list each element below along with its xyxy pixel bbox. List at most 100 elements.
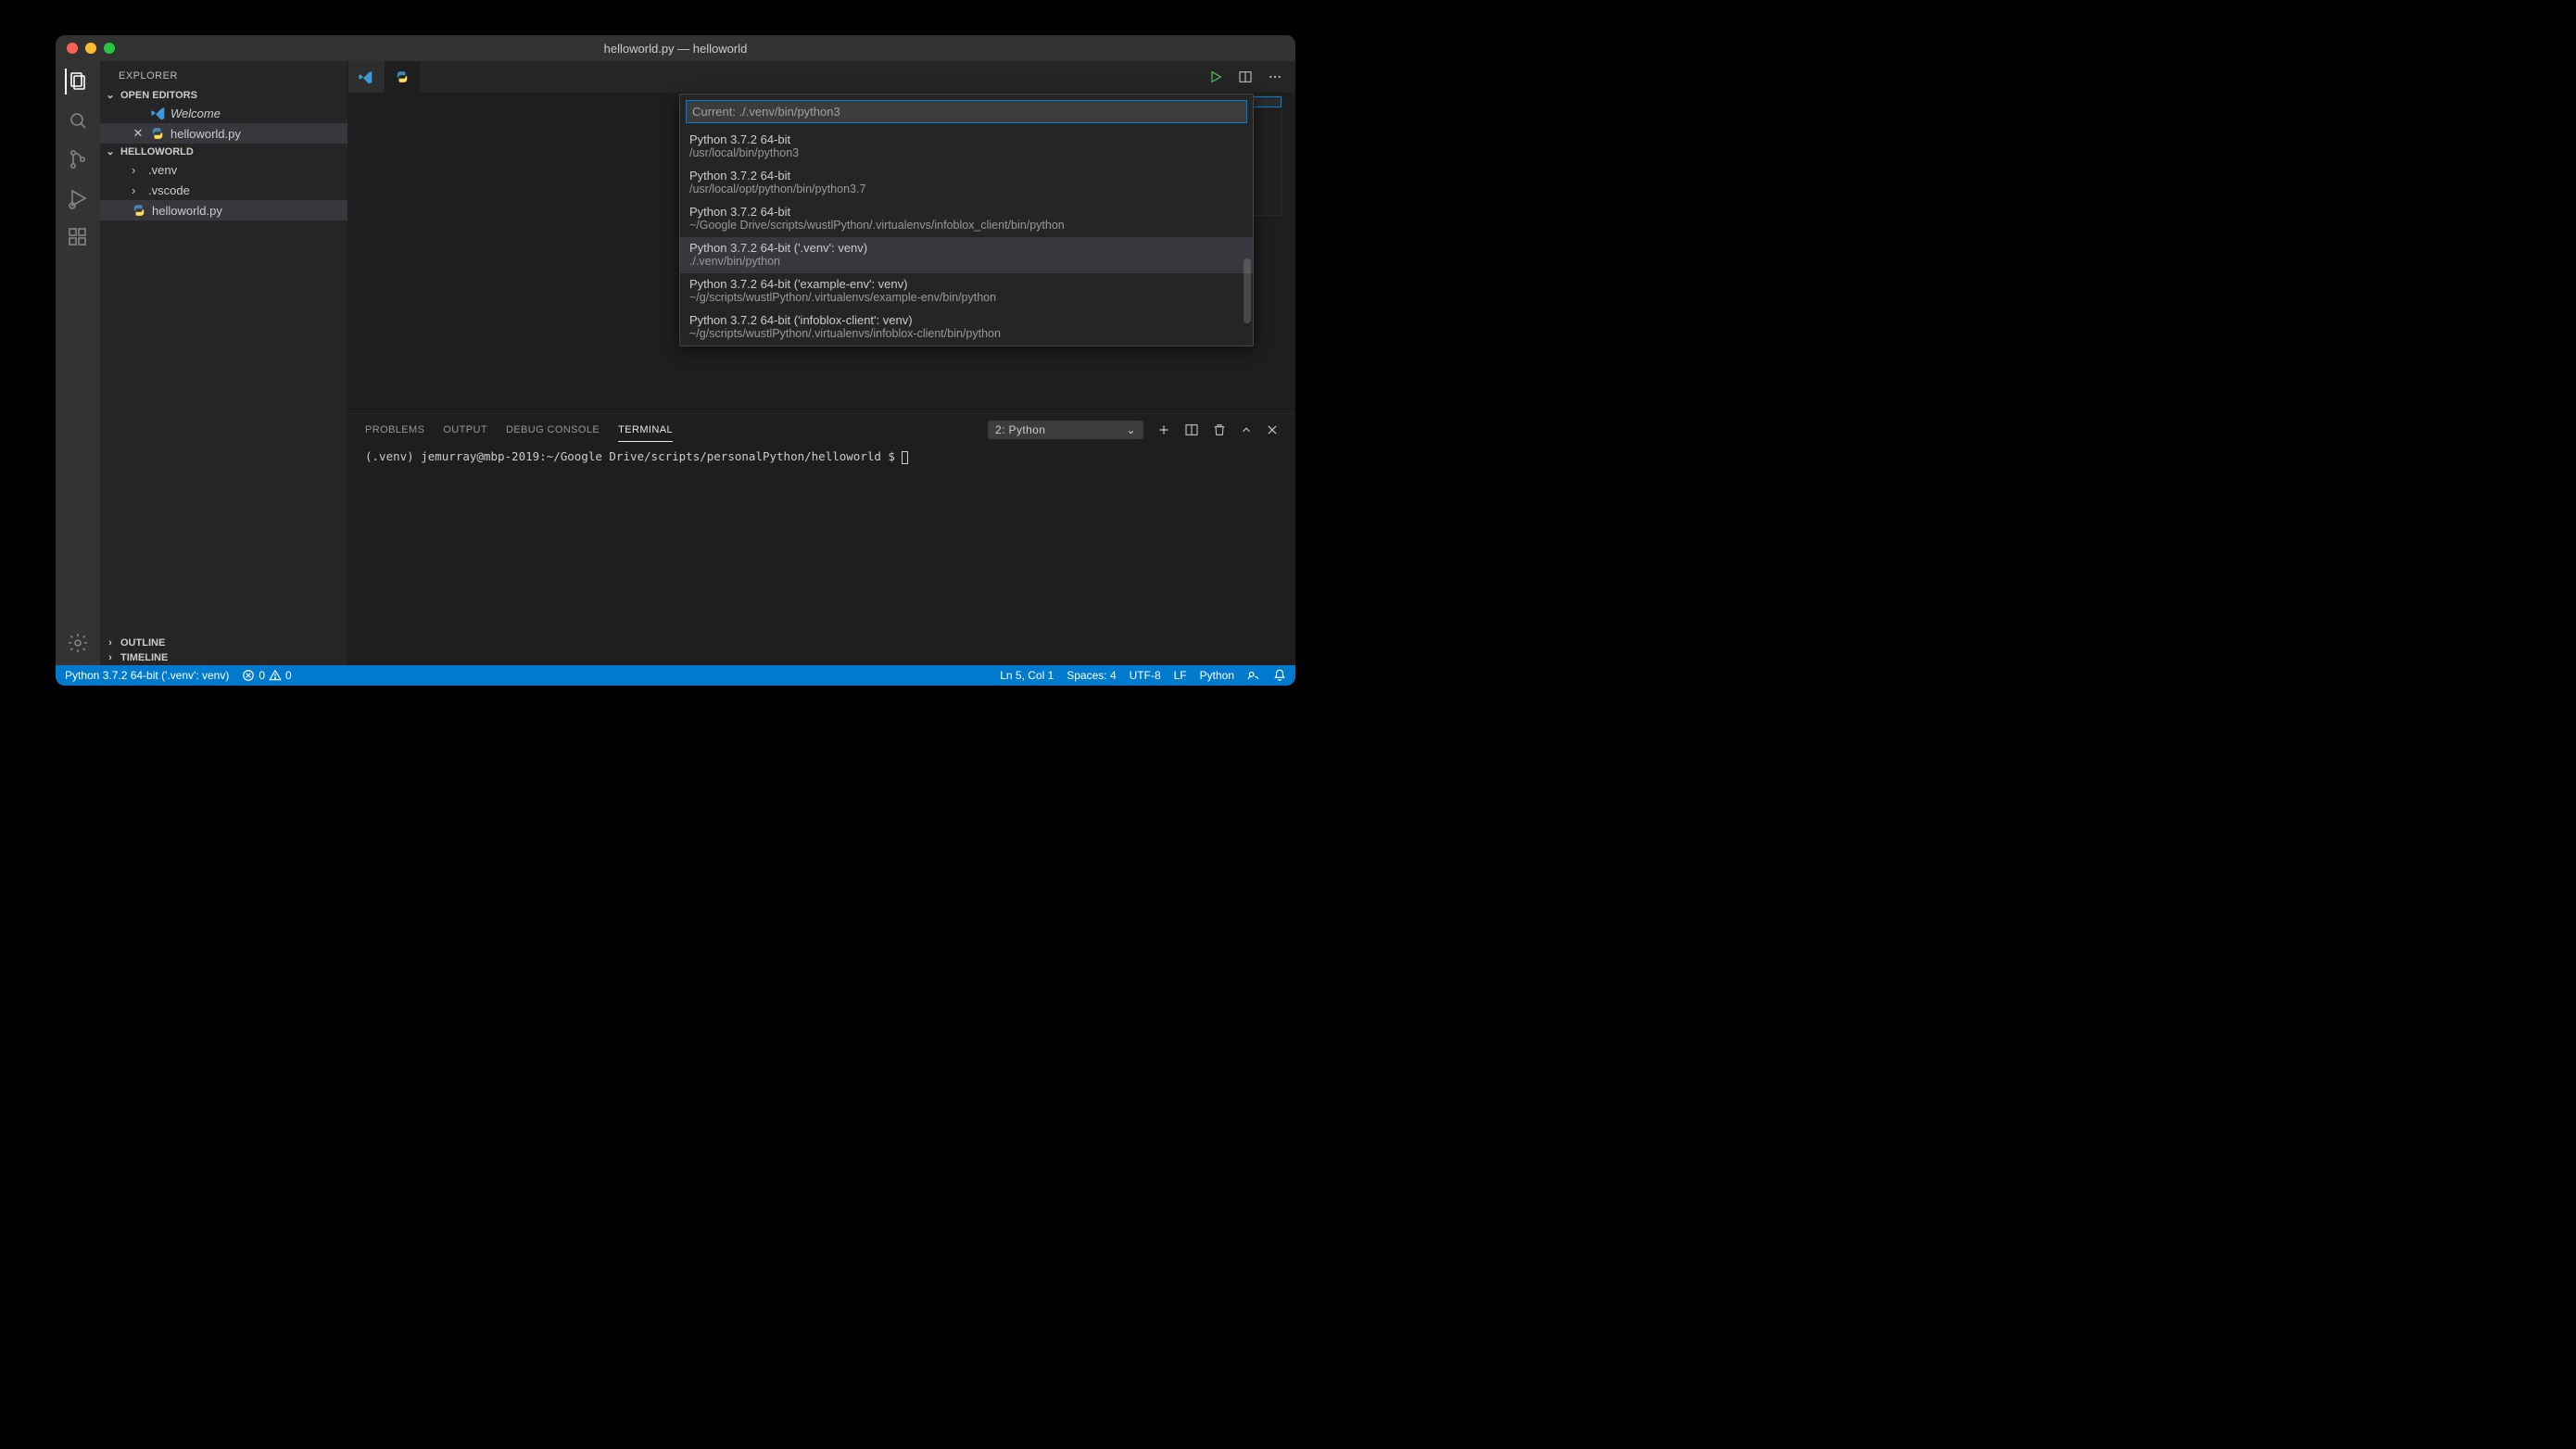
interpreter-quickpick: Python 3.7.2 64-bit /usr/local/bin/pytho… — [679, 94, 1254, 346]
status-eol[interactable]: LF — [1174, 669, 1187, 682]
more-actions-icon[interactable] — [1268, 69, 1282, 84]
status-error-count: 0 — [259, 669, 265, 682]
editor-tab-actions — [1208, 61, 1295, 93]
bottom-panel: PROBLEMS OUTPUT DEBUG CONSOLE TERMINAL 2… — [348, 413, 1295, 665]
chevron-down-icon: ⌄ — [1127, 423, 1136, 436]
folder-item-helloworld-py[interactable]: helloworld.py — [100, 200, 347, 220]
python-file-icon — [395, 69, 410, 84]
quickpick-item-label: Python 3.7.2 64-bit — [689, 169, 1244, 183]
chevron-down-icon: ⌄ — [104, 145, 117, 158]
status-interpreter[interactable]: Python 3.7.2 64-bit ('.venv': venv) — [65, 669, 229, 682]
main-area: Python 3.7.2 64-bit /usr/local/bin/pytho… — [348, 61, 1295, 665]
quickpick-item-label: Python 3.7.2 64-bit ('example-env': venv… — [689, 277, 1244, 291]
status-language-mode[interactable]: Python — [1200, 669, 1234, 682]
sidebar-title: EXPLORER — [100, 61, 347, 87]
explorer-activity-icon[interactable] — [65, 69, 91, 94]
maximize-panel-icon[interactable] — [1240, 423, 1253, 436]
status-problems[interactable]: 0 0 — [242, 669, 291, 682]
error-icon — [242, 669, 255, 682]
settings-gear-icon[interactable] — [65, 630, 91, 656]
timeline-label: TIMELINE — [120, 652, 168, 663]
tab-welcome[interactable] — [348, 61, 385, 93]
extensions-activity-icon[interactable] — [65, 224, 91, 250]
search-activity-icon[interactable] — [65, 107, 91, 133]
panel-tab-terminal[interactable]: TERMINAL — [618, 419, 673, 442]
status-feedback-icon[interactable] — [1247, 669, 1260, 682]
open-editors-label: OPEN EDITORS — [120, 90, 197, 101]
quickpick-list: Python 3.7.2 64-bit /usr/local/bin/pytho… — [680, 129, 1253, 346]
maximize-window-button[interactable] — [104, 43, 115, 54]
quickpick-item-desc: /usr/local/opt/python/bin/python3.7 — [689, 183, 1244, 195]
chevron-right-icon: › — [132, 183, 143, 197]
quickpick-item[interactable]: Python 3.7.2 64-bit ~/Google Drive/scrip… — [680, 201, 1253, 237]
quickpick-item[interactable]: Python 3.7.2 64-bit ('example-env': venv… — [680, 273, 1253, 309]
traffic-lights — [56, 43, 115, 54]
status-bar: Python 3.7.2 64-bit ('.venv': venv) 0 0 … — [56, 665, 1295, 686]
quickpick-item-desc: ~/g/scripts/wustlPython/.virtualenvs/exa… — [689, 291, 1244, 304]
status-ln-col[interactable]: Ln 5, Col 1 — [1000, 669, 1054, 682]
outline-header[interactable]: › OUTLINE — [100, 636, 347, 650]
status-encoding[interactable]: UTF-8 — [1130, 669, 1161, 682]
panel-tab-output[interactable]: OUTPUT — [443, 419, 487, 441]
kill-terminal-icon[interactable] — [1212, 422, 1227, 437]
quickpick-item-label: Python 3.7.2 64-bit — [689, 132, 1244, 146]
run-debug-activity-icon[interactable] — [65, 185, 91, 211]
terminal-select[interactable]: 2: Python ⌄ — [988, 421, 1143, 439]
close-editor-icon[interactable]: ✕ — [132, 126, 145, 141]
open-editor-helloworld[interactable]: ✕ helloworld.py — [100, 123, 347, 144]
titlebar[interactable]: helloworld.py — helloworld — [56, 35, 1295, 61]
panel-tabs: PROBLEMS OUTPUT DEBUG CONSOLE TERMINAL 2… — [348, 414, 1295, 446]
vscode-window: helloworld.py — helloworld — [56, 35, 1295, 686]
vscode-product-icon — [150, 106, 165, 120]
open-editor-label: Welcome — [170, 107, 221, 120]
quickpick-item-label: Python 3.7.2 64-bit ('infoblox-client': … — [689, 313, 1244, 327]
activity-bar — [56, 61, 100, 665]
quickpick-item[interactable]: Python 3.7.2 64-bit ('.venv': venv) ./.v… — [680, 237, 1253, 273]
panel-tab-problems[interactable]: PROBLEMS — [365, 419, 424, 441]
python-file-icon — [150, 126, 165, 141]
close-panel-icon[interactable] — [1266, 423, 1279, 436]
explorer-sidebar: EXPLORER ⌄ OPEN EDITORS Welcome ✕ — [100, 61, 348, 665]
chevron-down-icon: ⌄ — [104, 89, 117, 101]
folder-header[interactable]: ⌄ HELLOWORLD — [100, 144, 347, 159]
close-window-button[interactable] — [67, 43, 78, 54]
folder-tree: › .venv › .vscode helloworld.py — [100, 159, 347, 220]
quickpick-item-label: Python 3.7.2 64-bit — [689, 205, 1244, 219]
panel-tab-debug-console[interactable]: DEBUG CONSOLE — [506, 419, 600, 441]
new-terminal-icon[interactable] — [1156, 422, 1171, 437]
quickpick-input[interactable] — [686, 100, 1247, 123]
blank-close-slot — [132, 107, 145, 120]
split-editor-icon[interactable] — [1238, 69, 1253, 84]
quickpick-scrollbar[interactable] — [1244, 258, 1251, 323]
chevron-right-icon: › — [132, 163, 143, 177]
run-file-icon[interactable] — [1208, 69, 1223, 84]
minimize-window-button[interactable] — [85, 43, 96, 54]
python-file-icon — [132, 203, 146, 218]
folder-item-label: .venv — [148, 163, 177, 177]
folder-item-vscode[interactable]: › .vscode — [100, 180, 347, 200]
tab-helloworld[interactable] — [385, 61, 420, 93]
folder-item-label: helloworld.py — [152, 204, 222, 218]
window-title: helloworld.py — helloworld — [56, 42, 1295, 56]
status-indent[interactable]: Spaces: 4 — [1067, 669, 1116, 682]
folder-item-venv[interactable]: › .venv — [100, 159, 347, 180]
chevron-right-icon: › — [104, 652, 117, 663]
quickpick-item-desc: ~/Google Drive/scripts/wustlPython/.virt… — [689, 219, 1244, 232]
timeline-header[interactable]: › TIMELINE — [100, 650, 347, 665]
terminal-output[interactable]: (.venv) jemurray@mbp-2019:~/Google Drive… — [348, 446, 1295, 665]
chevron-right-icon: › — [104, 637, 117, 649]
quickpick-item[interactable]: Python 3.7.2 64-bit /usr/local/bin/pytho… — [680, 129, 1253, 165]
outline-label: OUTLINE — [120, 637, 165, 649]
quickpick-item[interactable]: Python 3.7.2 64-bit /usr/local/opt/pytho… — [680, 165, 1253, 201]
editor-tabbar — [348, 61, 1295, 94]
status-warning-count: 0 — [285, 669, 292, 682]
quickpick-item-desc: ~/g/scripts/wustlPython/.virtualenvs/inf… — [689, 327, 1244, 340]
open-editors-header[interactable]: ⌄ OPEN EDITORS — [100, 87, 347, 103]
vscode-product-icon — [358, 69, 373, 84]
split-terminal-icon[interactable] — [1184, 422, 1199, 437]
source-control-activity-icon[interactable] — [65, 146, 91, 172]
open-editor-welcome[interactable]: Welcome — [100, 103, 347, 123]
status-notifications-icon[interactable] — [1273, 669, 1286, 682]
quickpick-item[interactable]: Python 3.7.2 64-bit ('infoblox-client': … — [680, 309, 1253, 346]
quickpick-item-desc: /usr/local/bin/python3 — [689, 146, 1244, 159]
